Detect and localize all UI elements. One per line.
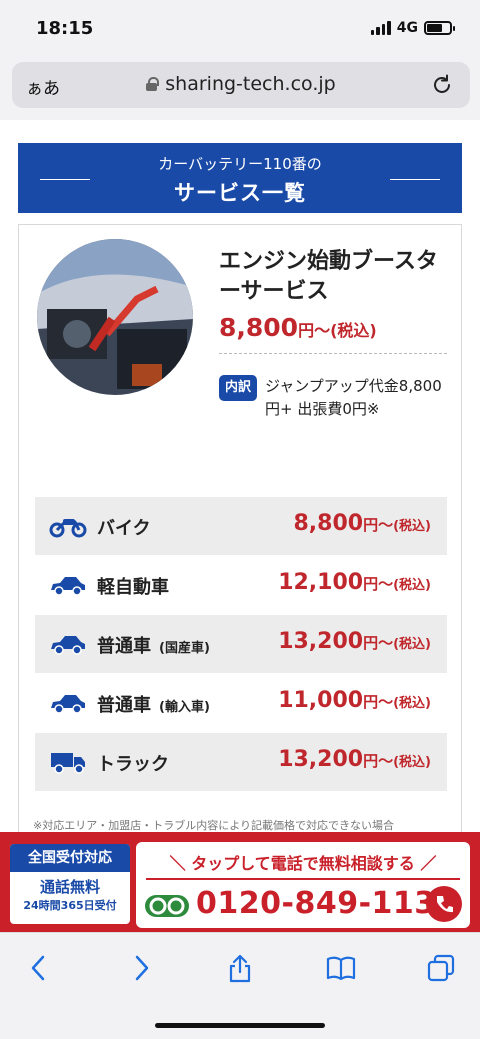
vehicle-price: 11,000円〜(税込): [278, 688, 431, 713]
page: 18:15 4G ぁあ sharing-tech.co.jp カーバッテリー11…: [0, 0, 480, 1039]
signal-icon: [370, 21, 391, 35]
vehicle-price: 13,200円〜(税込): [278, 747, 431, 772]
truck-icon: [51, 753, 85, 774]
price-row: バイク 8,800円〜(税込): [35, 497, 447, 555]
address-bar[interactable]: ぁあ sharing-tech.co.jp: [12, 62, 470, 108]
bookmarks-icon[interactable]: [326, 953, 356, 983]
vehicle-label: 普通車 (輸入車): [97, 695, 210, 716]
motorcycle-icon: [49, 519, 87, 538]
car-icon: [51, 577, 85, 596]
service-price-unit: 円〜(税込): [298, 321, 377, 340]
call-button[interactable]: ＼ タップして電話で無料相談する ／ 0120-849-113: [136, 842, 470, 928]
service-photo: [37, 239, 193, 395]
header-subtitle: カーバッテリー110番の: [158, 155, 322, 173]
freedial-icon: [145, 895, 189, 917]
phone-icon[interactable]: [426, 886, 462, 922]
status-time: 18:15: [36, 18, 94, 39]
vehicle-price: 13,200円〜(税込): [278, 629, 431, 654]
vehicle-label: トラック: [97, 754, 169, 775]
browser-toolbar: [0, 932, 480, 1039]
call-cta-banner[interactable]: 全国受付対応 通話無料 24時間365日受付 ＼ タップして電話で無料相談する …: [0, 832, 480, 932]
reload-icon[interactable]: [430, 73, 454, 97]
service-card: エンジン始動ブースターサービス 8,800円〜(税込) 内訳 ジャンプアップ代金…: [18, 224, 462, 924]
header-title: サービス一覧: [174, 181, 306, 205]
price-row: 普通車 (輸入車) 11,000円〜(税込): [35, 674, 447, 732]
tabs-icon[interactable]: [426, 953, 456, 983]
url-text[interactable]: sharing-tech.co.jp: [165, 73, 335, 95]
price-row: 普通車 (国産車) 13,200円〜(税込): [35, 615, 447, 673]
vehicle-price: 8,800円〜(税込): [293, 511, 432, 536]
free-call-label: 通話無料: [39, 878, 100, 896]
divider: [146, 878, 460, 880]
reception-info: 全国受付対応 通話無料 24時間365日受付: [10, 844, 130, 924]
car-icon: [51, 636, 85, 655]
home-indicator: [155, 1023, 325, 1028]
tap-call-text: ＼ タップして電話で無料相談する ／: [169, 854, 437, 873]
price-row: トラック 13,200円〜(税込): [35, 733, 447, 791]
hours-label: 24時間365日受付: [23, 899, 117, 912]
status-indicators: 4G: [370, 20, 455, 36]
battery-icon: [424, 21, 455, 35]
vehicle-price: 12,100円〜(税込): [278, 570, 431, 595]
divider: [219, 353, 447, 354]
car-icon: [51, 695, 85, 714]
share-icon[interactable]: [225, 953, 255, 983]
breakdown-text: ジャンプアップ代金8,800円+ 出張費0円※: [265, 377, 442, 418]
phone-number[interactable]: 0120-849-113: [196, 886, 436, 921]
url-display[interactable]: sharing-tech.co.jp: [12, 73, 470, 95]
nationwide-label: 全国受付対応: [10, 844, 130, 872]
web-content: カーバッテリー110番の サービス一覧 エンジン始動ブースターサービス 8,80…: [0, 120, 480, 932]
price-row: 軽自動車 12,100円〜(税込): [35, 556, 447, 614]
network-type: 4G: [396, 20, 418, 36]
lock-icon: [146, 77, 160, 91]
vehicle-label: 軽自動車: [97, 577, 169, 598]
service-price: 8,800円〜(税込): [219, 313, 377, 342]
footnote: ※対応エリア・加盟店・トラブル内容により記載価格で対応できない場合: [33, 819, 394, 832]
section-header: カーバッテリー110番の サービス一覧: [18, 143, 462, 213]
service-price-value: 8,800: [219, 313, 299, 342]
forward-icon[interactable]: [126, 953, 156, 983]
service-title: エンジン始動ブースターサービス: [219, 249, 438, 304]
vehicle-label: 普通車 (国産車): [97, 636, 210, 657]
vehicle-label: バイク: [97, 518, 151, 539]
breakdown-badge: 内訳: [219, 375, 257, 401]
back-icon[interactable]: [24, 953, 54, 983]
status-bar: 18:15 4G: [0, 0, 480, 56]
